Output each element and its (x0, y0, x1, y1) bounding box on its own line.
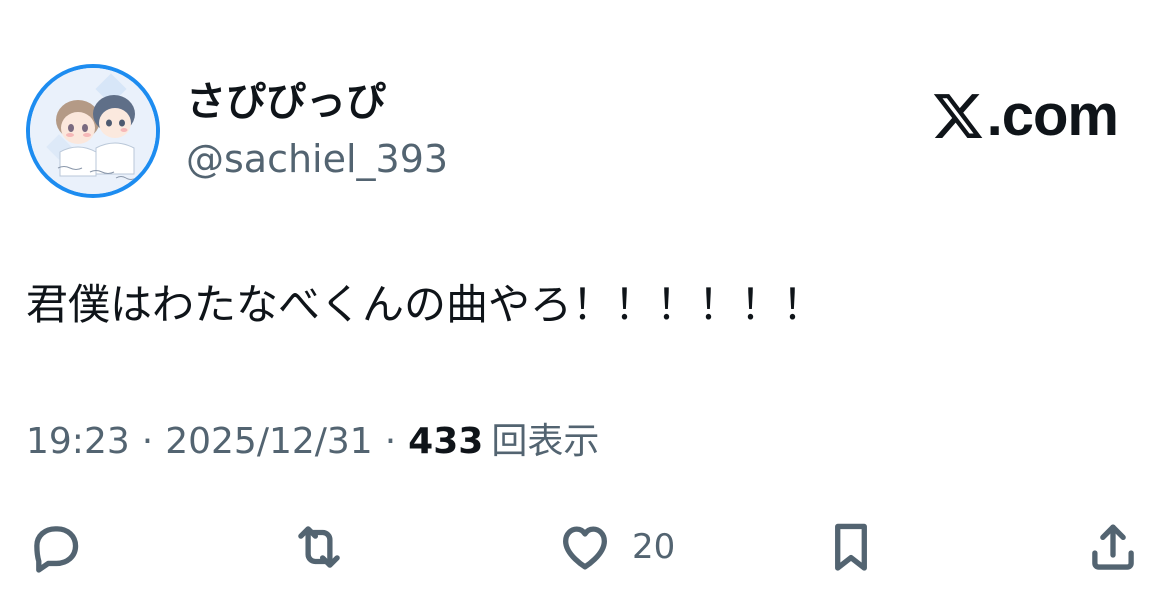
meta-separator: · (384, 421, 397, 462)
bookmark-icon (835, 523, 867, 571)
user-handle[interactable]: @sachiel_393 (186, 136, 448, 182)
avatar[interactable] (26, 64, 160, 198)
tweet-text: 君僕はわたなべくんの曲やろ！！！！！！ (26, 280, 825, 329)
like-count: 20 (632, 527, 676, 567)
like-button[interactable]: 20 (556, 518, 675, 576)
action-bar: 20 (0, 510, 1170, 580)
views-label: 回表示 (491, 421, 600, 462)
x-logo-icon (933, 94, 982, 138)
share-icon (1092, 524, 1134, 570)
reply-button[interactable] (26, 518, 84, 576)
tweet-time[interactable]: 19:23 (26, 418, 130, 466)
tweet-card: さぴぴっぴ @sachiel_393 .com 君僕はわたなべくんの曲やろ！！！… (0, 0, 1170, 616)
tweet-date[interactable]: 2025/12/31 (165, 418, 373, 466)
reply-icon (34, 526, 79, 573)
retweet-button[interactable] (290, 518, 348, 576)
meta-separator: · (141, 421, 154, 462)
display-name[interactable]: さぴぴっぴ (186, 78, 386, 126)
retweet-icon (298, 526, 340, 568)
bookmark-button[interactable] (822, 518, 880, 576)
avatar-illustration-icon (30, 68, 156, 194)
share-button[interactable] (1084, 518, 1142, 576)
views-count[interactable]: 433 (408, 418, 483, 466)
brand-domain: .com (986, 83, 1119, 148)
x-com-watermark: .com (931, 83, 1119, 148)
tweet-meta: 19:23 · 2025/12/31 · 433 回表示 (26, 418, 599, 466)
heart-icon (563, 526, 607, 570)
